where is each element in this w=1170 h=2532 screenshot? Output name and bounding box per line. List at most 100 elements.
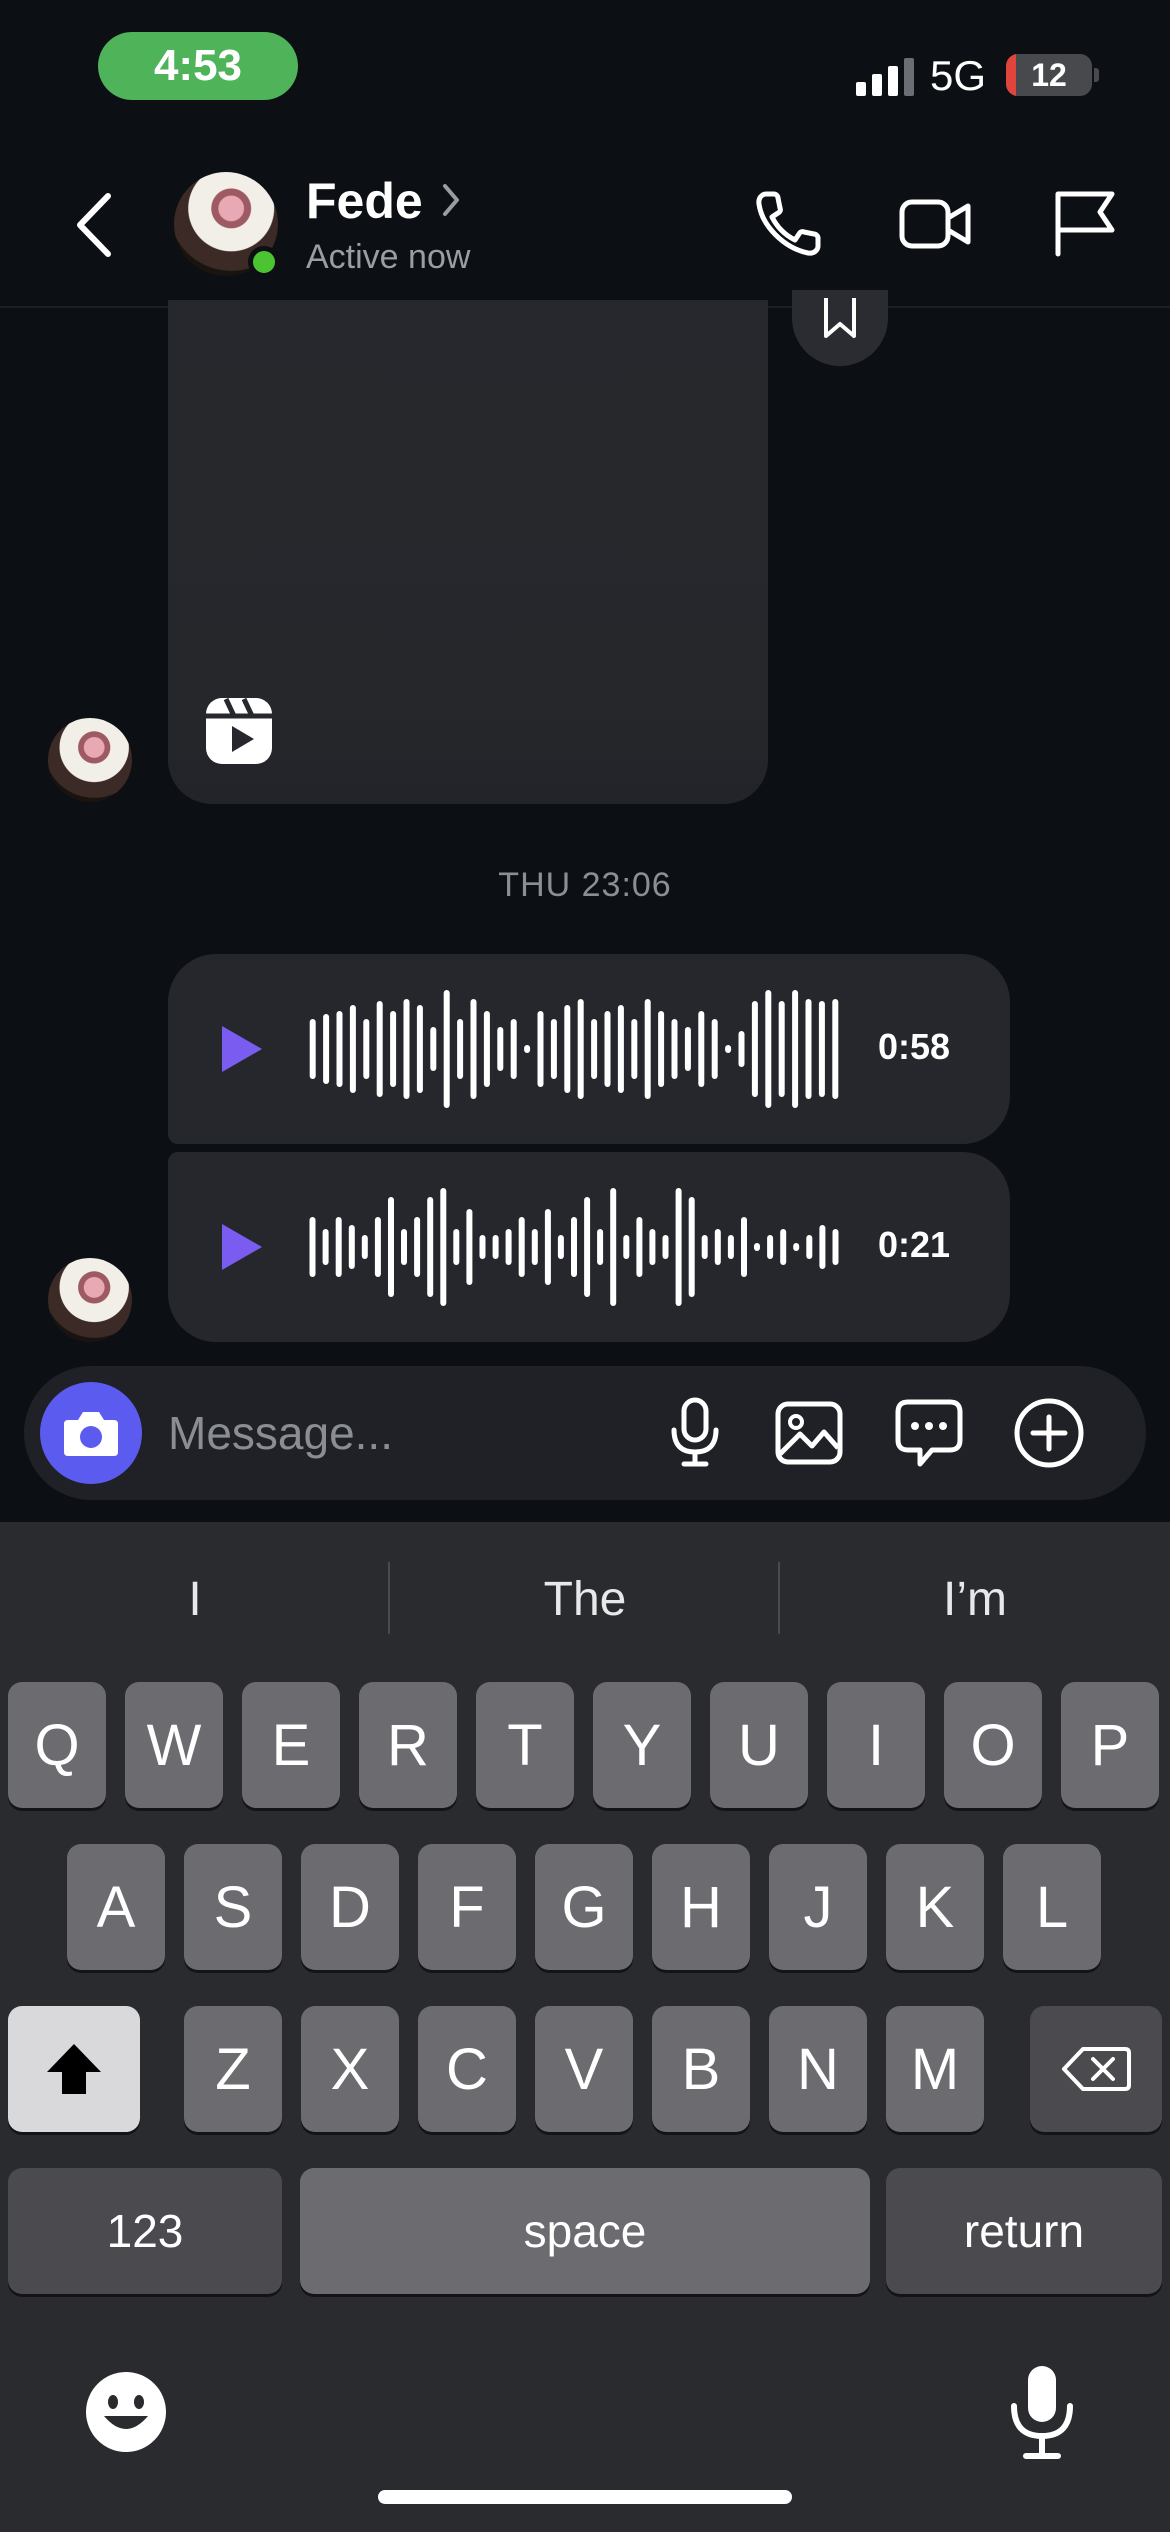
waveform-bar	[751, 1001, 758, 1097]
waveform-bar	[711, 1019, 718, 1079]
waveform-bar	[698, 1011, 705, 1087]
back-icon[interactable]	[68, 190, 120, 260]
voice-message[interactable]: 0:21	[168, 1152, 1010, 1342]
online-indicator	[248, 246, 280, 278]
waveform-bar	[684, 1027, 691, 1071]
camera-button[interactable]	[40, 1382, 142, 1484]
key-t[interactable]: T	[476, 1682, 574, 1808]
key-b[interactable]: B	[652, 2006, 750, 2132]
key-d[interactable]: D	[301, 1844, 399, 1970]
waveform-bar	[727, 1235, 734, 1259]
key-w[interactable]: W	[125, 1682, 223, 1808]
voice-duration: 0:21	[878, 1224, 951, 1265]
waveform-bar	[741, 1217, 747, 1277]
key-q[interactable]: Q	[8, 1682, 106, 1808]
waveform-bar	[604, 1011, 611, 1087]
waveform-bar	[518, 1217, 525, 1277]
key-j[interactable]: J	[769, 1844, 867, 1970]
delete-key[interactable]	[1030, 2006, 1162, 2132]
flag-icon[interactable]	[1048, 186, 1122, 260]
key-f[interactable]: F	[418, 1844, 516, 1970]
sticker-icon[interactable]	[892, 1396, 966, 1470]
space-key[interactable]: space	[300, 2168, 870, 2294]
key-m[interactable]: M	[886, 2006, 984, 2132]
waveform-bar	[636, 1217, 643, 1277]
key-h[interactable]: H	[652, 1844, 750, 1970]
key-e[interactable]: E	[242, 1682, 340, 1808]
waveform-bar	[658, 1011, 665, 1087]
message-timestamp: THU 23:06	[498, 866, 672, 904]
key-n[interactable]: N	[769, 2006, 867, 2132]
suggestion-3[interactable]: I’m	[780, 1560, 1170, 1640]
waveform-bar	[443, 990, 450, 1108]
key-o[interactable]: O	[944, 1682, 1042, 1808]
waveform-bar	[725, 1045, 732, 1053]
key-a[interactable]: A	[67, 1844, 165, 1970]
phone-icon[interactable]	[752, 186, 826, 260]
key-s[interactable]: S	[184, 1844, 282, 1970]
key-c[interactable]: C	[418, 2006, 516, 2132]
waveform-bar	[427, 1197, 434, 1297]
gallery-icon[interactable]	[772, 1396, 846, 1470]
waveform-bar	[544, 1209, 551, 1285]
network-type: 5G	[930, 52, 987, 99]
key-i[interactable]: I	[827, 1682, 925, 1808]
waveform-bar	[457, 1019, 464, 1079]
voice-message[interactable]: 0:58	[168, 954, 1010, 1144]
shift-key[interactable]	[8, 2006, 140, 2132]
message-input[interactable]	[168, 1395, 628, 1471]
key-p[interactable]: P	[1061, 1682, 1159, 1808]
waveform-bar	[584, 1197, 591, 1297]
key-v[interactable]: V	[535, 2006, 633, 2132]
contact-name[interactable]: Fede	[306, 172, 423, 230]
waveform-bar	[390, 1011, 397, 1087]
video-call-icon[interactable]	[898, 186, 972, 260]
waveform-bar	[675, 1188, 682, 1306]
waveform-bar	[336, 1011, 343, 1087]
sender-avatar[interactable]	[48, 718, 132, 802]
microphone-icon[interactable]	[658, 1396, 732, 1470]
battery-icon: 12	[1006, 54, 1092, 96]
waveform-bar	[510, 1019, 517, 1079]
key-x[interactable]: X	[301, 2006, 399, 2132]
save-reel-button[interactable]	[792, 290, 888, 366]
shift-icon	[47, 2044, 101, 2094]
waveform-bar	[531, 1229, 538, 1265]
play-icon[interactable]	[220, 1222, 264, 1272]
numbers-key[interactable]: 123	[8, 2168, 282, 2294]
key-g[interactable]: G	[535, 1844, 633, 1970]
waveform-bar	[832, 999, 839, 1099]
emoji-icon[interactable]	[84, 2370, 168, 2454]
waveform-bar	[309, 1019, 316, 1079]
voice-duration: 0:58	[878, 1026, 951, 1067]
return-key[interactable]: return	[886, 2168, 1162, 2294]
play-icon[interactable]	[220, 1024, 264, 1074]
waveform-bar	[479, 1235, 486, 1259]
suggestion-2[interactable]: The	[390, 1560, 780, 1640]
sender-avatar[interactable]	[48, 1258, 132, 1342]
waveform-bar	[597, 1229, 604, 1265]
key-r[interactable]: R	[359, 1682, 457, 1808]
waveform-bar	[617, 1005, 624, 1093]
add-icon[interactable]	[1012, 1396, 1086, 1470]
reels-icon	[206, 697, 272, 764]
waveform-bar	[778, 1001, 785, 1097]
waveform-bar	[564, 1005, 571, 1093]
waveform-bar	[361, 1235, 368, 1259]
waveform-bar	[793, 1243, 800, 1251]
chevron-right-icon[interactable]	[440, 182, 462, 218]
signal-icon	[856, 58, 914, 96]
camera-icon	[64, 1412, 118, 1456]
waveform-bar	[388, 1197, 394, 1297]
key-y[interactable]: Y	[593, 1682, 691, 1808]
waveform-bar	[571, 1217, 577, 1277]
home-indicator[interactable]	[378, 2490, 792, 2504]
suggestion-1[interactable]: I	[0, 1560, 390, 1640]
key-l[interactable]: L	[1003, 1844, 1101, 1970]
dictation-icon[interactable]	[1002, 2362, 1082, 2462]
key-u[interactable]: U	[710, 1682, 808, 1808]
key-k[interactable]: K	[886, 1844, 984, 1970]
waveform	[309, 990, 839, 1108]
key-z[interactable]: Z	[184, 2006, 282, 2132]
waveform-bar	[483, 1011, 490, 1087]
